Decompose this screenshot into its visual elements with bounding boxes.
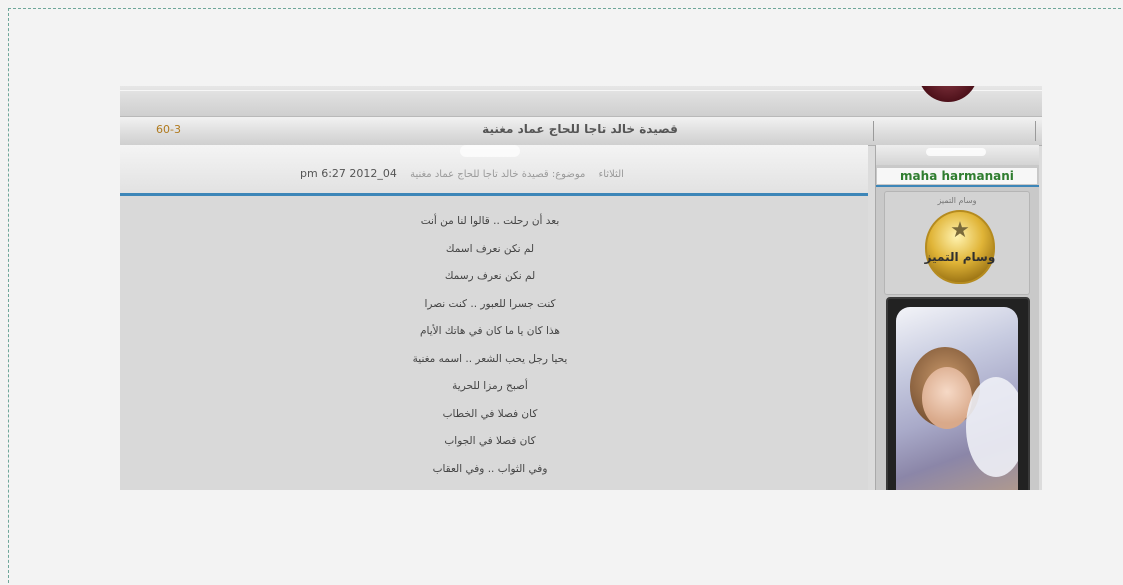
top-strip-highlight xyxy=(120,90,1042,91)
title-divider xyxy=(873,121,874,141)
title-divider-right xyxy=(1035,121,1036,141)
poem-line: لم نكن نعرف اسمك xyxy=(445,242,535,255)
post-day: الثلاثاء xyxy=(598,169,624,180)
poem-line: لم نكن نعرف رسمك xyxy=(444,270,536,282)
rank-badge-box: وسام التميز ★ وسام التميز xyxy=(884,191,1030,295)
post-date: pm 6:27 2012_04 xyxy=(300,167,397,180)
post-title[interactable]: قصيدة خالد تاجا للحاج عماد مغنية xyxy=(450,122,710,136)
poem-line: بعد أن رحلت .. قالوا لنا من أنت xyxy=(420,215,560,227)
post-meta-line: pm 6:27 2012_04 الثلاثاء موضوع: قصيدة خا… xyxy=(300,167,860,180)
header-shine xyxy=(460,145,520,157)
poem-line: وفي الثواب .. وفي العقاب xyxy=(432,462,548,475)
avatar-image xyxy=(896,307,1018,490)
poem-line: أصبح رمزا للحرية xyxy=(452,380,528,392)
author-sidebar: maha harmanani وسام التميز ★ وسام التميز xyxy=(875,145,1039,490)
poem-lines: بعد أن رحلت .. قالوا لنا من أنت لم نكن ن… xyxy=(330,208,650,483)
avatar-wing xyxy=(966,377,1018,477)
badge-text: وسام التميز xyxy=(924,250,996,264)
poem-line: كان فصلا في الجواب xyxy=(444,435,536,447)
avatar[interactable] xyxy=(886,297,1030,490)
author-username[interactable]: maha harmanani xyxy=(876,167,1038,185)
award-badge-icon: ★ وسام التميز xyxy=(925,210,995,284)
post-number-link[interactable]: 60-3 xyxy=(156,123,181,136)
sidebar-header xyxy=(876,145,1039,165)
sidebar-header-shine xyxy=(926,148,986,156)
rank-label: وسام التميز xyxy=(937,196,977,205)
forum-emblem-icon xyxy=(918,86,978,102)
forum-post-screenshot: 60-3 قصيدة خالد تاجا للحاج عماد مغنية pm… xyxy=(120,86,1042,490)
star-icon: ★ xyxy=(950,218,970,243)
post-subject-link[interactable]: موضوع: قصيدة خالد تاجا للحاج عماد مغنية xyxy=(410,169,585,180)
poem-line: كنت جسرا للعبور .. كنت نصرا xyxy=(424,297,556,310)
post-body: بعد أن رحلت .. قالوا لنا من أنت لم نكن ن… xyxy=(120,196,868,490)
post-title-bar: 60-3 قصيدة خالد تاجا للحاج عماد مغنية xyxy=(120,116,1042,146)
poem-line: يحيا رجل يحب الشعر .. اسمه مغنية xyxy=(412,352,568,365)
avatar-face xyxy=(922,367,972,429)
top-strip xyxy=(120,86,1042,116)
poem-line: كان فصلا في الخطاب xyxy=(442,407,538,420)
post-meta-header: pm 6:27 2012_04 الثلاثاء موضوع: قصيدة خا… xyxy=(120,145,868,193)
sidebar-divider xyxy=(876,185,1039,187)
poem-line: هذا كان يا ما كان في هاتك الأيام xyxy=(420,325,560,337)
